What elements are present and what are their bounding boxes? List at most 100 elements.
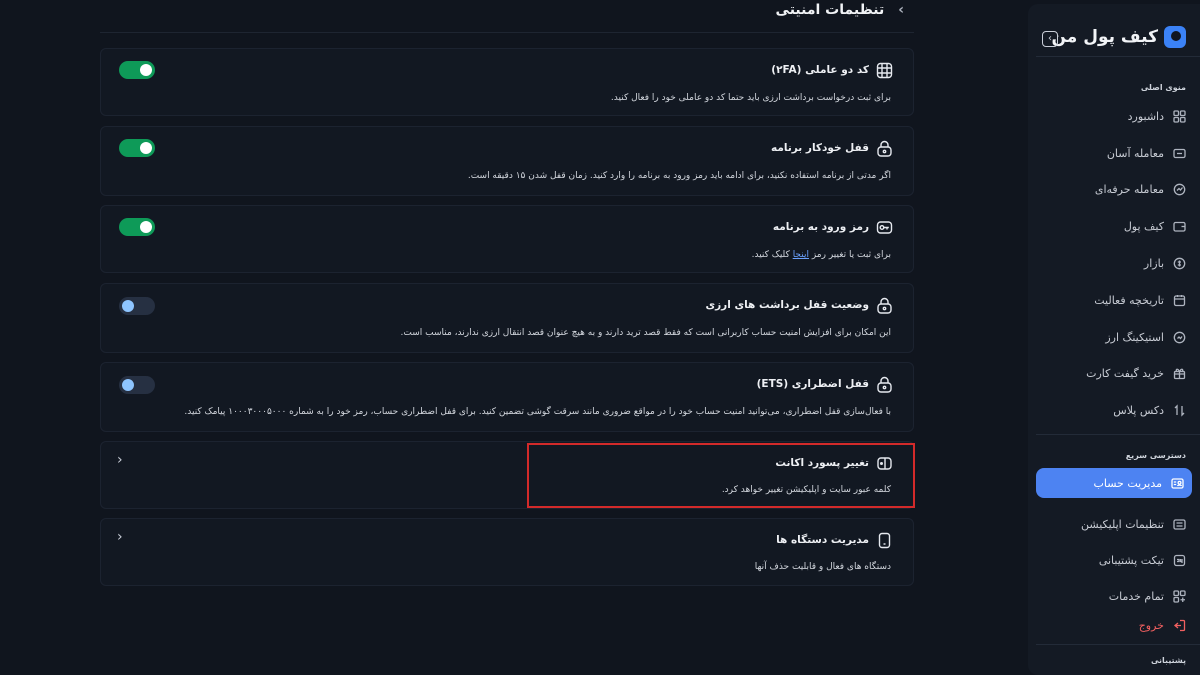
setting-card-auto-lock: قفل خودکار برنامه اگر مدتی از برنامه است… (100, 126, 914, 196)
sidebar-item-label: خروج (1138, 618, 1164, 632)
swap-icon (1172, 403, 1186, 417)
two-factor-icon (875, 61, 893, 79)
sidebar-item-pro-trade[interactable]: معامله حرفه‌ای (1036, 174, 1200, 204)
sidebar-item-label: استیکینگ ارز (1105, 330, 1164, 344)
sidebar-item-label: بازار (1143, 256, 1164, 270)
toggle-knob (122, 300, 134, 312)
auto-lock-toggle[interactable] (119, 139, 155, 157)
collapse-sidebar-icon[interactable]: › (1042, 31, 1058, 47)
toggle-knob (140, 64, 152, 76)
change-password-link[interactable]: اینجا (793, 250, 809, 260)
sidebar-item-support-ticket[interactable]: تیکت پشتیبانی (1036, 545, 1200, 575)
device-icon (875, 531, 893, 549)
sidebar-item-label: مدیریت حساب (1093, 476, 1162, 490)
app-password-toggle[interactable] (119, 218, 155, 236)
page-title: تنظیمات امنیتی (775, 2, 885, 18)
logout-icon (1172, 618, 1186, 632)
chevron-left-icon[interactable]: ‹ (117, 452, 123, 468)
sidebar-item-account-management[interactable]: مدیریت حساب (1036, 468, 1192, 498)
brand-name: کیف پول من (1051, 27, 1158, 47)
sidebar-item-logout[interactable]: خروج (1036, 610, 1200, 640)
sidebar-item-history[interactable]: تاریخچه فعالیت (1036, 285, 1200, 315)
sidebar-item-label: تیکت پشتیبانی (1098, 553, 1164, 567)
lock-icon (875, 139, 893, 157)
sidebar-item-staking[interactable]: استیکینگ ارز (1036, 322, 1200, 352)
sidebar-item-label: تاریخچه فعالیت (1094, 293, 1164, 307)
section-title-quick-access: دسترسی سریع (1125, 451, 1186, 460)
highlight-box (527, 443, 915, 508)
description-text: برای ثبت یا تغییر رمز (811, 250, 891, 260)
setting-title-text: وضعیت قفل برداشت های ارزی (705, 299, 870, 311)
section-title-support: پشتیبانی (1150, 656, 1186, 665)
sidebar-item-dex-plus[interactable]: دکس پلاس (1036, 395, 1200, 425)
sidebar-item-easy-trade[interactable]: معامله آسان (1036, 138, 1200, 168)
sidebar-item-all-services[interactable]: تمام خدمات (1036, 581, 1200, 611)
dashboard-icon (1172, 109, 1186, 123)
sidebar-item-market[interactable]: بازار (1036, 248, 1200, 278)
setting-title-text: کد دو عاملی (۲FA) (771, 64, 869, 76)
setting-title-text: مدیریت دستگاه ها (776, 534, 869, 546)
brand-logo[interactable]: کیف پول من (1051, 26, 1186, 48)
toggle-knob (140, 221, 152, 233)
staking-icon (1172, 330, 1186, 344)
withdrawal-lock-toggle[interactable] (119, 297, 155, 315)
chevron-left-icon[interactable]: ‹ (117, 529, 123, 545)
sidebar-item-label: داشبورد (1127, 109, 1164, 123)
setting-title: وضعیت قفل برداشت های ارزی (706, 296, 894, 314)
toggle-knob (140, 142, 152, 154)
setting-title: قفل خودکار برنامه (771, 139, 893, 157)
sidebar-item-label: معامله آسان (1106, 146, 1164, 160)
two-factor-toggle[interactable] (119, 61, 155, 79)
history-icon (1172, 293, 1186, 307)
ticket-icon (1172, 553, 1186, 567)
setting-title: کد دو عاملی (۲FA) (771, 61, 893, 79)
settings-icon (1172, 517, 1186, 531)
divider (1036, 434, 1200, 435)
toggle-knob (122, 379, 134, 391)
sidebar-item-label: معامله حرفه‌ای (1094, 182, 1164, 196)
setting-description: برای ثبت یا تغییر رمز اینجا کلیک کنید. (752, 250, 891, 260)
pro-trade-icon (1172, 182, 1186, 196)
description-text: کلیک کنید. (751, 250, 790, 260)
emergency-lock-toggle[interactable] (119, 376, 155, 394)
gift-icon (1172, 366, 1186, 380)
wallet-icon (1172, 219, 1186, 233)
sidebar: کیف پول من › منوی اصلی داشبورد معامله آس… (1028, 4, 1200, 675)
sidebar-item-label: خرید گیفت کارت (1086, 366, 1164, 380)
account-icon (1170, 476, 1184, 490)
setting-card-two-factor: کد دو عاملی (۲FA) برای ثبت درخواست برداش… (100, 48, 914, 116)
lock-icon (875, 296, 893, 314)
setting-description: با فعال‌سازی قفل اضطراری، می‌توانید امنی… (184, 407, 891, 417)
setting-card-emergency-lock: قفل اضطراری (ETS) با فعال‌سازی قفل اضطرا… (100, 362, 914, 432)
sidebar-item-wallet[interactable]: کیف پول (1036, 211, 1200, 241)
setting-description: برای ثبت درخواست برداشت ارزی باید حتما ک… (610, 93, 891, 103)
easy-trade-icon (1172, 146, 1186, 160)
lock-icon (875, 375, 893, 393)
sidebar-item-gift-card[interactable]: خرید گیفت کارت (1036, 358, 1200, 388)
setting-card-app-password: رمز ورود به برنامه برای ثبت یا تغییر رمز… (100, 205, 914, 273)
section-title-main: منوی اصلی (1140, 83, 1186, 92)
grid-icon (1172, 589, 1186, 603)
sidebar-item-app-settings[interactable]: تنظیمات اپلیکیشن (1036, 509, 1200, 539)
setting-title: مدیریت دستگاه ها (776, 531, 893, 549)
setting-title-text: قفل اضطراری (ETS) (756, 378, 869, 390)
setting-description: دستگاه های فعال و قابلیت حذف آنها (754, 562, 891, 572)
back-chevron-icon[interactable]: › (898, 2, 904, 18)
key-icon (875, 218, 893, 236)
setting-description: این امکان برای افزایش امنیت حساب کاربران… (400, 328, 891, 338)
sidebar-item-label: دکس پلاس (1113, 403, 1164, 417)
sidebar-item-label: تنظیمات اپلیکیشن (1081, 517, 1164, 531)
setting-title: قفل اضطراری (ETS) (757, 375, 893, 393)
setting-title-text: رمز ورود به برنامه (772, 221, 869, 233)
page-header: › تنظیمات امنیتی (776, 2, 904, 18)
setting-card-device-management[interactable]: مدیریت دستگاه ها دستگاه های فعال و قابلی… (100, 518, 914, 586)
setting-description: اگر مدتی از برنامه استفاده نکنید، برای ا… (467, 171, 891, 181)
setting-title: رمز ورود به برنامه (773, 218, 893, 236)
divider (1036, 644, 1200, 645)
divider (100, 32, 914, 33)
sidebar-item-dashboard[interactable]: داشبورد (1036, 101, 1200, 131)
brand-logo-icon (1164, 26, 1186, 48)
divider (1036, 56, 1200, 57)
setting-title-text: قفل خودکار برنامه (771, 142, 869, 154)
sidebar-item-label: کیف پول (1123, 219, 1164, 233)
